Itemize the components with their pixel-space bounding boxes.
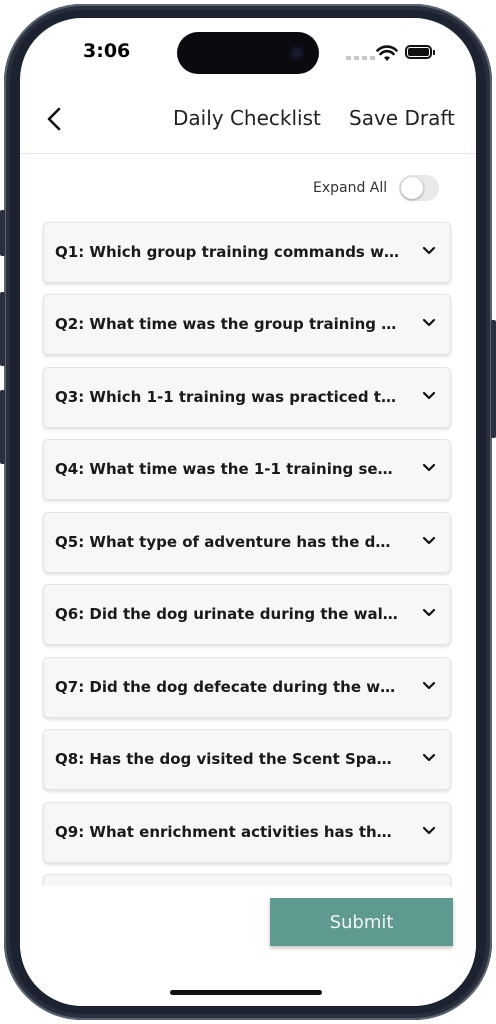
question-accordion-partial[interactable] [43,874,451,886]
question-label: Q5: What type of adventure has the dog h… [55,533,400,551]
chevron-down-icon [422,608,436,617]
question-list: Q1: Which group training commands were p… [20,218,476,886]
question-accordion[interactable]: Q6: Did the dog urinate during the walk? [43,584,451,645]
chevron-down-icon [422,318,436,327]
dynamic-island [177,32,319,74]
battery-icon [405,45,432,59]
status-time: 3:06 [83,40,131,62]
home-indicator [170,990,322,995]
chevron-down-icon [422,681,436,690]
chevron-down-icon [422,391,436,400]
question-label: Q8: Has the dog visited the Scent Space … [55,750,400,768]
chevron-down-icon [422,536,436,545]
chevron-down-icon [422,246,436,255]
volume-up-button [0,292,5,366]
chevron-down-icon [422,463,436,472]
page-title: Daily Checklist [173,106,321,130]
question-label: Q1: Which group training commands were p… [55,243,400,261]
question-label: Q9: What enrichment activities has the d… [55,823,400,841]
chevron-left-icon [47,107,61,131]
question-accordion[interactable]: Q4: What time was the 1-1 training sessi… [43,439,451,500]
volume-down-button [0,390,5,464]
question-accordion[interactable]: Q8: Has the dog visited the Scent Space … [43,729,451,790]
header-divider [20,153,476,154]
battery-cap [433,50,435,55]
question-accordion[interactable]: Q3: Which 1-1 training was practiced tod… [43,367,451,428]
expand-all-toggle[interactable] [399,175,439,201]
question-label: Q3: Which 1-1 training was practiced tod… [55,388,400,406]
question-label: Q7: Did the dog defecate during the walk… [55,678,400,696]
action-button [0,210,5,256]
camera-icon [289,45,305,61]
save-draft-button[interactable]: Save Draft [349,106,455,130]
submit-button[interactable]: Submit [270,898,453,946]
power-button [491,320,496,438]
question-label: Q2: What time was the group training ses… [55,315,400,333]
question-label: Q6: Did the dog urinate during the walk? [55,605,400,623]
question-accordion[interactable]: Q7: Did the dog defecate during the walk… [43,657,451,718]
question-accordion[interactable]: Q1: Which group training commands were p… [43,222,451,283]
expand-all-label: Expand All [313,180,388,196]
question-label: Q4: What time was the 1-1 training sessi… [55,460,400,478]
toggle-knob [401,177,423,199]
chevron-down-icon [422,826,436,835]
question-accordion[interactable]: Q5: What type of adventure has the dog h… [43,512,451,573]
app-screen: 3:06 Daily Checklist Save Draft Expand A… [20,18,476,1006]
cellular-signal-icon [346,56,375,60]
question-accordion[interactable]: Q9: What enrichment activities has the d… [43,802,451,863]
chevron-down-icon [422,753,436,762]
back-button[interactable] [42,106,66,132]
wifi-icon [376,45,398,61]
question-accordion[interactable]: Q2: What time was the group training ses… [43,294,451,355]
